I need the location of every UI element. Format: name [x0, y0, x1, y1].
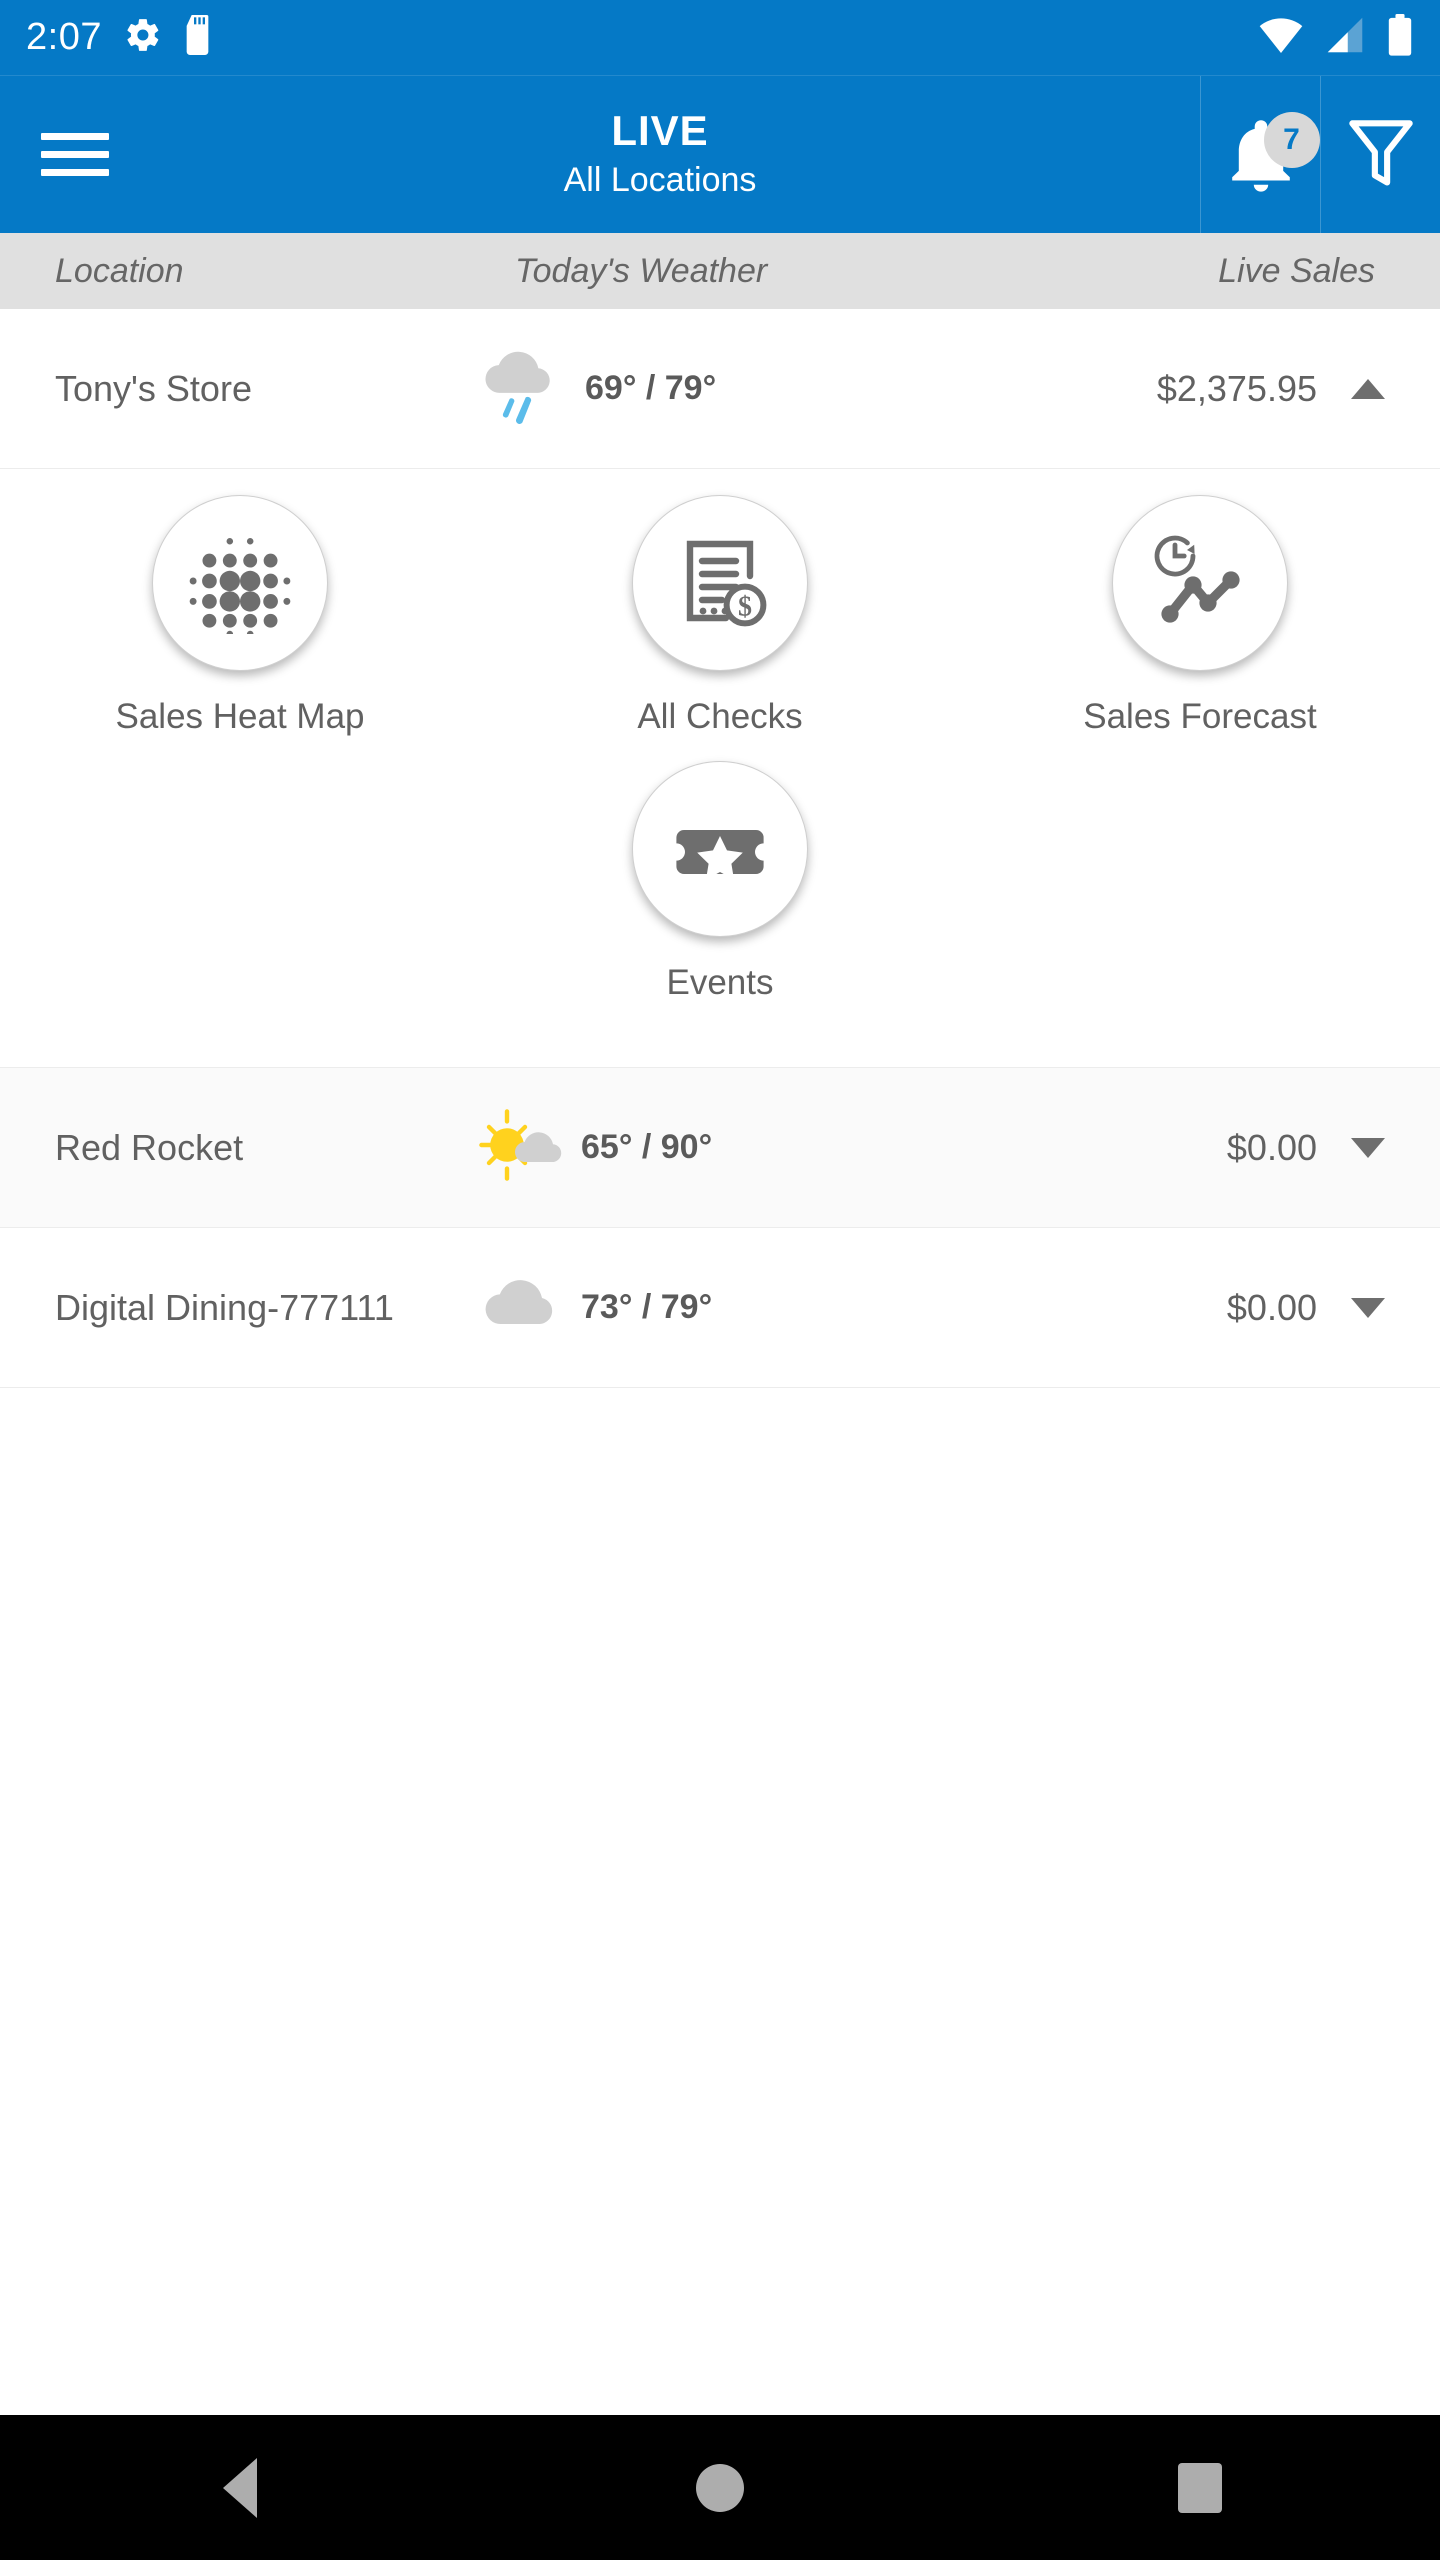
tile-circle: [631, 761, 808, 937]
recents-square-icon: [1178, 2462, 1222, 2513]
home-button[interactable]: [640, 2415, 800, 2560]
svg-text:$: $: [738, 591, 752, 622]
receipt-dollar-icon: $: [668, 529, 772, 638]
battery-icon: [1386, 14, 1414, 61]
chevron-down-icon[interactable]: [1351, 1297, 1385, 1318]
page-title-main: LIVE: [611, 107, 709, 155]
column-header-location: Location: [55, 251, 184, 290]
page-title: LIVE All Locations: [120, 76, 1200, 233]
gear-icon: [124, 16, 162, 59]
sales-cell: $2,375.95: [945, 368, 1385, 410]
action-tile-sales-forecast[interactable]: Sales Forecast: [960, 495, 1440, 737]
status-clock: 2:07: [26, 16, 102, 58]
action-tile-label: All Checks: [637, 697, 803, 736]
sales-amount: $2,375.95: [1156, 367, 1317, 409]
back-button[interactable]: [160, 2415, 320, 2560]
location-name: Red Rocket: [55, 1126, 244, 1168]
table-row[interactable]: Tony's Store 69° / 79° $2,375.95: [0, 309, 1440, 469]
notifications-button[interactable]: 7: [1200, 76, 1320, 233]
rain-cloud-icon: [475, 347, 567, 430]
location-name: Digital Dining-777111: [55, 1286, 394, 1328]
page-title-sub: All Locations: [563, 160, 757, 199]
column-header-weather: Today's Weather: [515, 251, 768, 290]
filter-funnel-icon: [1345, 114, 1417, 195]
action-tile-all-checks[interactable]: $ All Checks: [480, 495, 960, 737]
temperature-range: 73° / 79°: [581, 1288, 713, 1326]
notification-badge: 7: [1263, 111, 1320, 168]
table-row[interactable]: Digital Dining-777111 73° / 79° $0.00: [0, 1228, 1440, 1388]
tile-circle: $: [631, 495, 808, 671]
temperature-range: 65° / 90°: [581, 1128, 713, 1166]
weather-cell: 65° / 90°: [475, 1105, 945, 1190]
heat-map-dots-icon: [187, 528, 293, 639]
hamburger-bar: [41, 169, 109, 176]
action-tile-label: Events: [666, 963, 774, 1002]
action-tile-events[interactable]: Events: [480, 761, 960, 1003]
partly-sunny-icon: [475, 1105, 563, 1190]
home-circle-icon: [696, 2463, 744, 2512]
table-column-headers: Location Today's Weather Live Sales: [0, 233, 1440, 309]
sd-card-icon: [184, 15, 216, 60]
sales-amount: $0.00: [1226, 1286, 1317, 1328]
wifi-icon: [1258, 16, 1304, 59]
recents-button[interactable]: [1120, 2415, 1280, 2560]
action-tile-label: Sales Heat Map: [115, 697, 365, 736]
status-bar-right: [1258, 14, 1414, 61]
cloudy-icon: [475, 1270, 563, 1345]
action-tile-label: Sales Forecast: [1083, 697, 1317, 736]
sales-amount: $0.00: [1226, 1126, 1317, 1168]
expanded-actions-panel: Sales Heat Map $ All Checks Sales Foreca…: [0, 469, 1440, 1068]
action-tiles: Sales Heat Map $ All Checks Sales Foreca…: [0, 495, 1440, 1027]
chevron-up-icon[interactable]: [1351, 378, 1385, 399]
bell-icon: 7: [1224, 111, 1320, 194]
table-row[interactable]: Red Rocket 65° / 90° $0.00: [0, 1068, 1440, 1228]
status-bar-left: 2:07: [26, 15, 216, 60]
chevron-down-icon[interactable]: [1351, 1137, 1385, 1158]
android-navigation-bar: [0, 2415, 1440, 2560]
temperature-range: 69° / 79°: [585, 369, 717, 407]
location-name: Tony's Store: [55, 367, 252, 409]
sales-cell: $0.00: [945, 1127, 1385, 1169]
hamburger-bar: [41, 151, 109, 158]
status-bar: 2:07: [0, 0, 1440, 75]
phone-screen: 2:07 LIVE All Locations 7 Location Today…: [0, 0, 1440, 2560]
action-tile-sales-heat-map[interactable]: Sales Heat Map: [0, 495, 480, 737]
sales-cell: $0.00: [945, 1287, 1385, 1329]
ticket-star-icon: [668, 795, 772, 904]
cellular-signal-icon: [1324, 16, 1366, 59]
back-triangle-icon: [223, 2457, 257, 2518]
column-header-sales: Live Sales: [1218, 251, 1375, 290]
hamburger-bar: [41, 133, 109, 140]
weather-cell: 73° / 79°: [475, 1270, 945, 1345]
filter-button[interactable]: [1320, 76, 1440, 233]
forecast-chart-clock-icon: [1148, 529, 1252, 638]
tile-circle: [152, 495, 328, 671]
app-header: LIVE All Locations 7: [0, 75, 1440, 233]
locations-list: Tony's Store 69° / 79° $2,375.95 Sales H…: [0, 309, 1440, 2415]
weather-cell: 69° / 79°: [475, 347, 945, 430]
tile-circle: [1111, 495, 1288, 671]
